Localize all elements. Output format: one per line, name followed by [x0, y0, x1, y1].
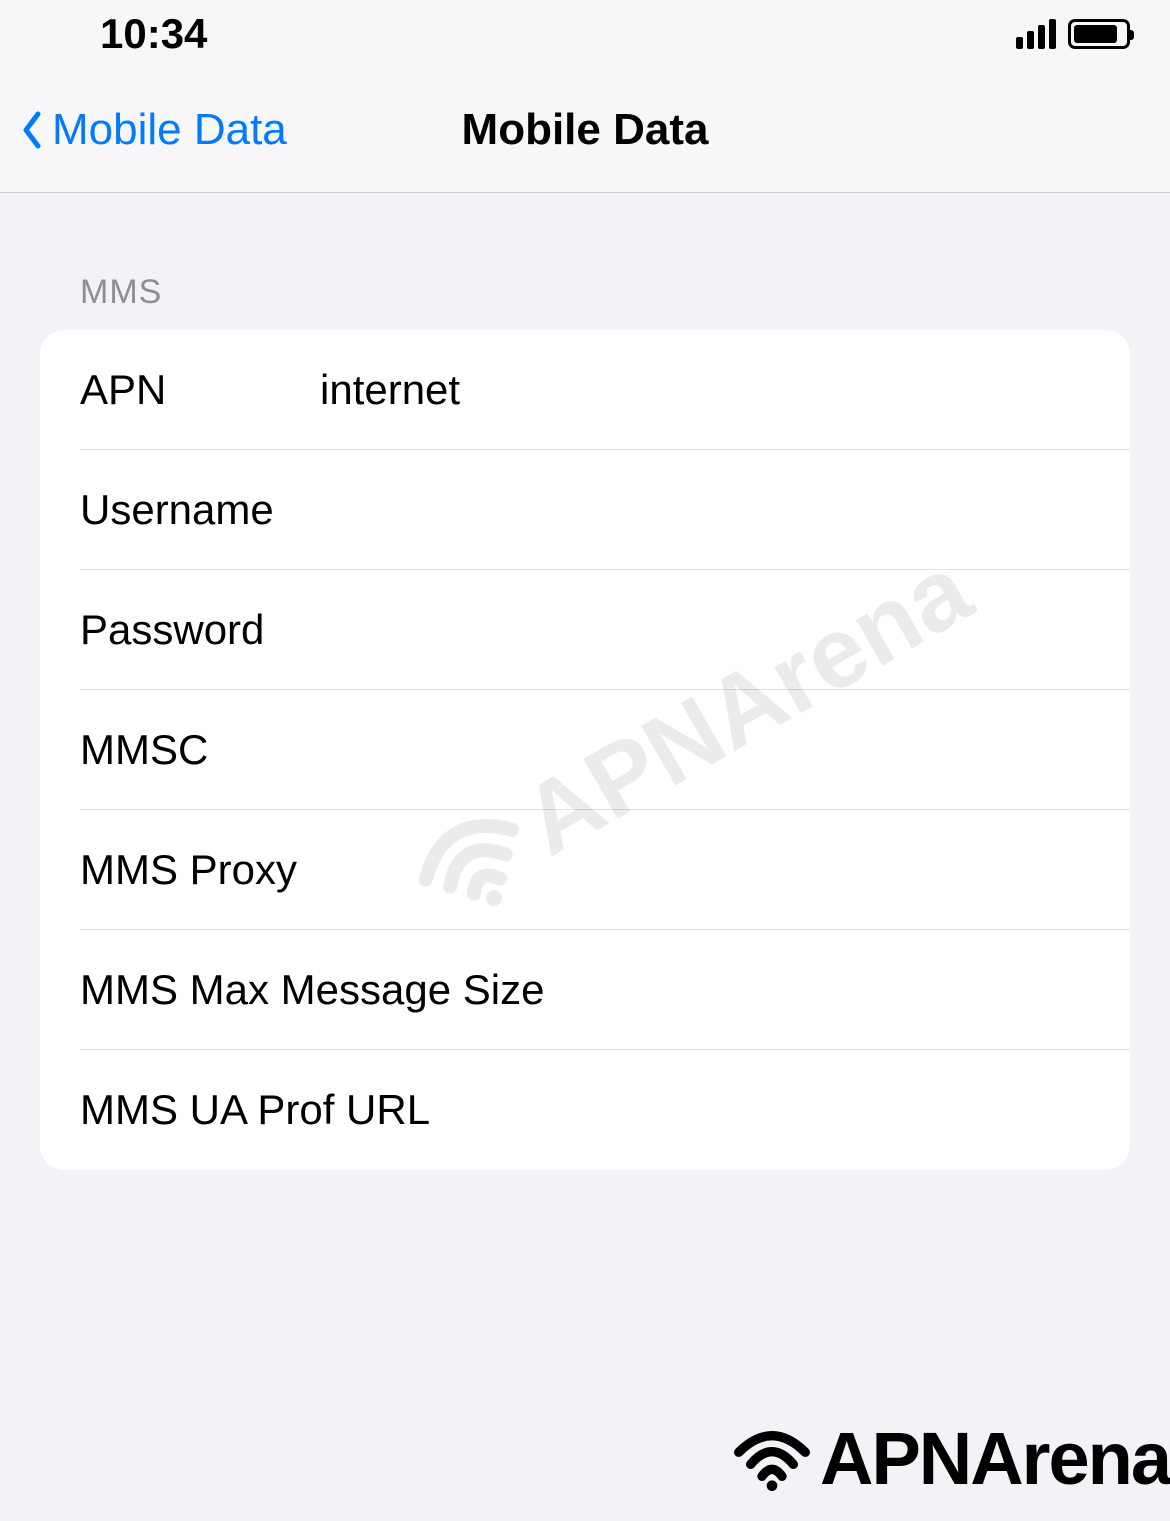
signal-icon — [1016, 19, 1056, 49]
back-label: Mobile Data — [52, 105, 287, 155]
navigation-bar: Mobile Data Mobile Data — [0, 68, 1170, 193]
row-label-mms-max-size: MMS Max Message Size — [80, 966, 544, 1014]
battery-icon — [1068, 19, 1130, 49]
watermark-text: APNArena — [820, 1416, 1170, 1501]
section-header-mms: MMS — [40, 273, 1130, 312]
row-username[interactable]: Username — [40, 450, 1130, 570]
watermark-bottom: APNArena — [732, 1416, 1170, 1501]
row-label-password: Password — [80, 606, 320, 654]
row-label-username: Username — [80, 486, 320, 534]
settings-group-mms: APN Username Password MMSC MMS Proxy MMS… — [40, 330, 1130, 1170]
row-label-mmsc: MMSC — [80, 726, 320, 774]
row-mmsc[interactable]: MMSC — [40, 690, 1130, 810]
username-input[interactable] — [320, 486, 1090, 534]
page-title: Mobile Data — [462, 105, 709, 155]
wifi-icon — [732, 1419, 812, 1499]
content: MMS APN Username Password MMSC MMS Proxy… — [0, 193, 1170, 1170]
row-mms-ua-prof-url[interactable]: MMS UA Prof URL — [40, 1050, 1130, 1170]
row-label-mms-proxy: MMS Proxy — [80, 846, 320, 894]
row-password[interactable]: Password — [40, 570, 1130, 690]
password-input[interactable] — [320, 606, 1090, 654]
mms-proxy-input[interactable] — [320, 846, 1090, 894]
row-mms-max-message-size[interactable]: MMS Max Message Size — [40, 930, 1130, 1050]
mmsc-input[interactable] — [320, 726, 1090, 774]
status-bar: 10:34 — [0, 0, 1170, 68]
status-right — [1016, 19, 1130, 49]
chevron-left-icon — [20, 110, 42, 150]
apn-input[interactable] — [320, 366, 1090, 414]
row-mms-proxy[interactable]: MMS Proxy — [40, 810, 1130, 930]
back-button[interactable]: Mobile Data — [0, 105, 287, 155]
row-label-mms-ua-prof: MMS UA Prof URL — [80, 1086, 430, 1134]
row-apn[interactable]: APN — [40, 330, 1130, 450]
mms-ua-prof-input[interactable] — [430, 1086, 1090, 1134]
status-time: 10:34 — [100, 10, 207, 58]
row-label-apn: APN — [80, 366, 320, 414]
mms-max-size-input[interactable] — [544, 966, 1090, 1014]
